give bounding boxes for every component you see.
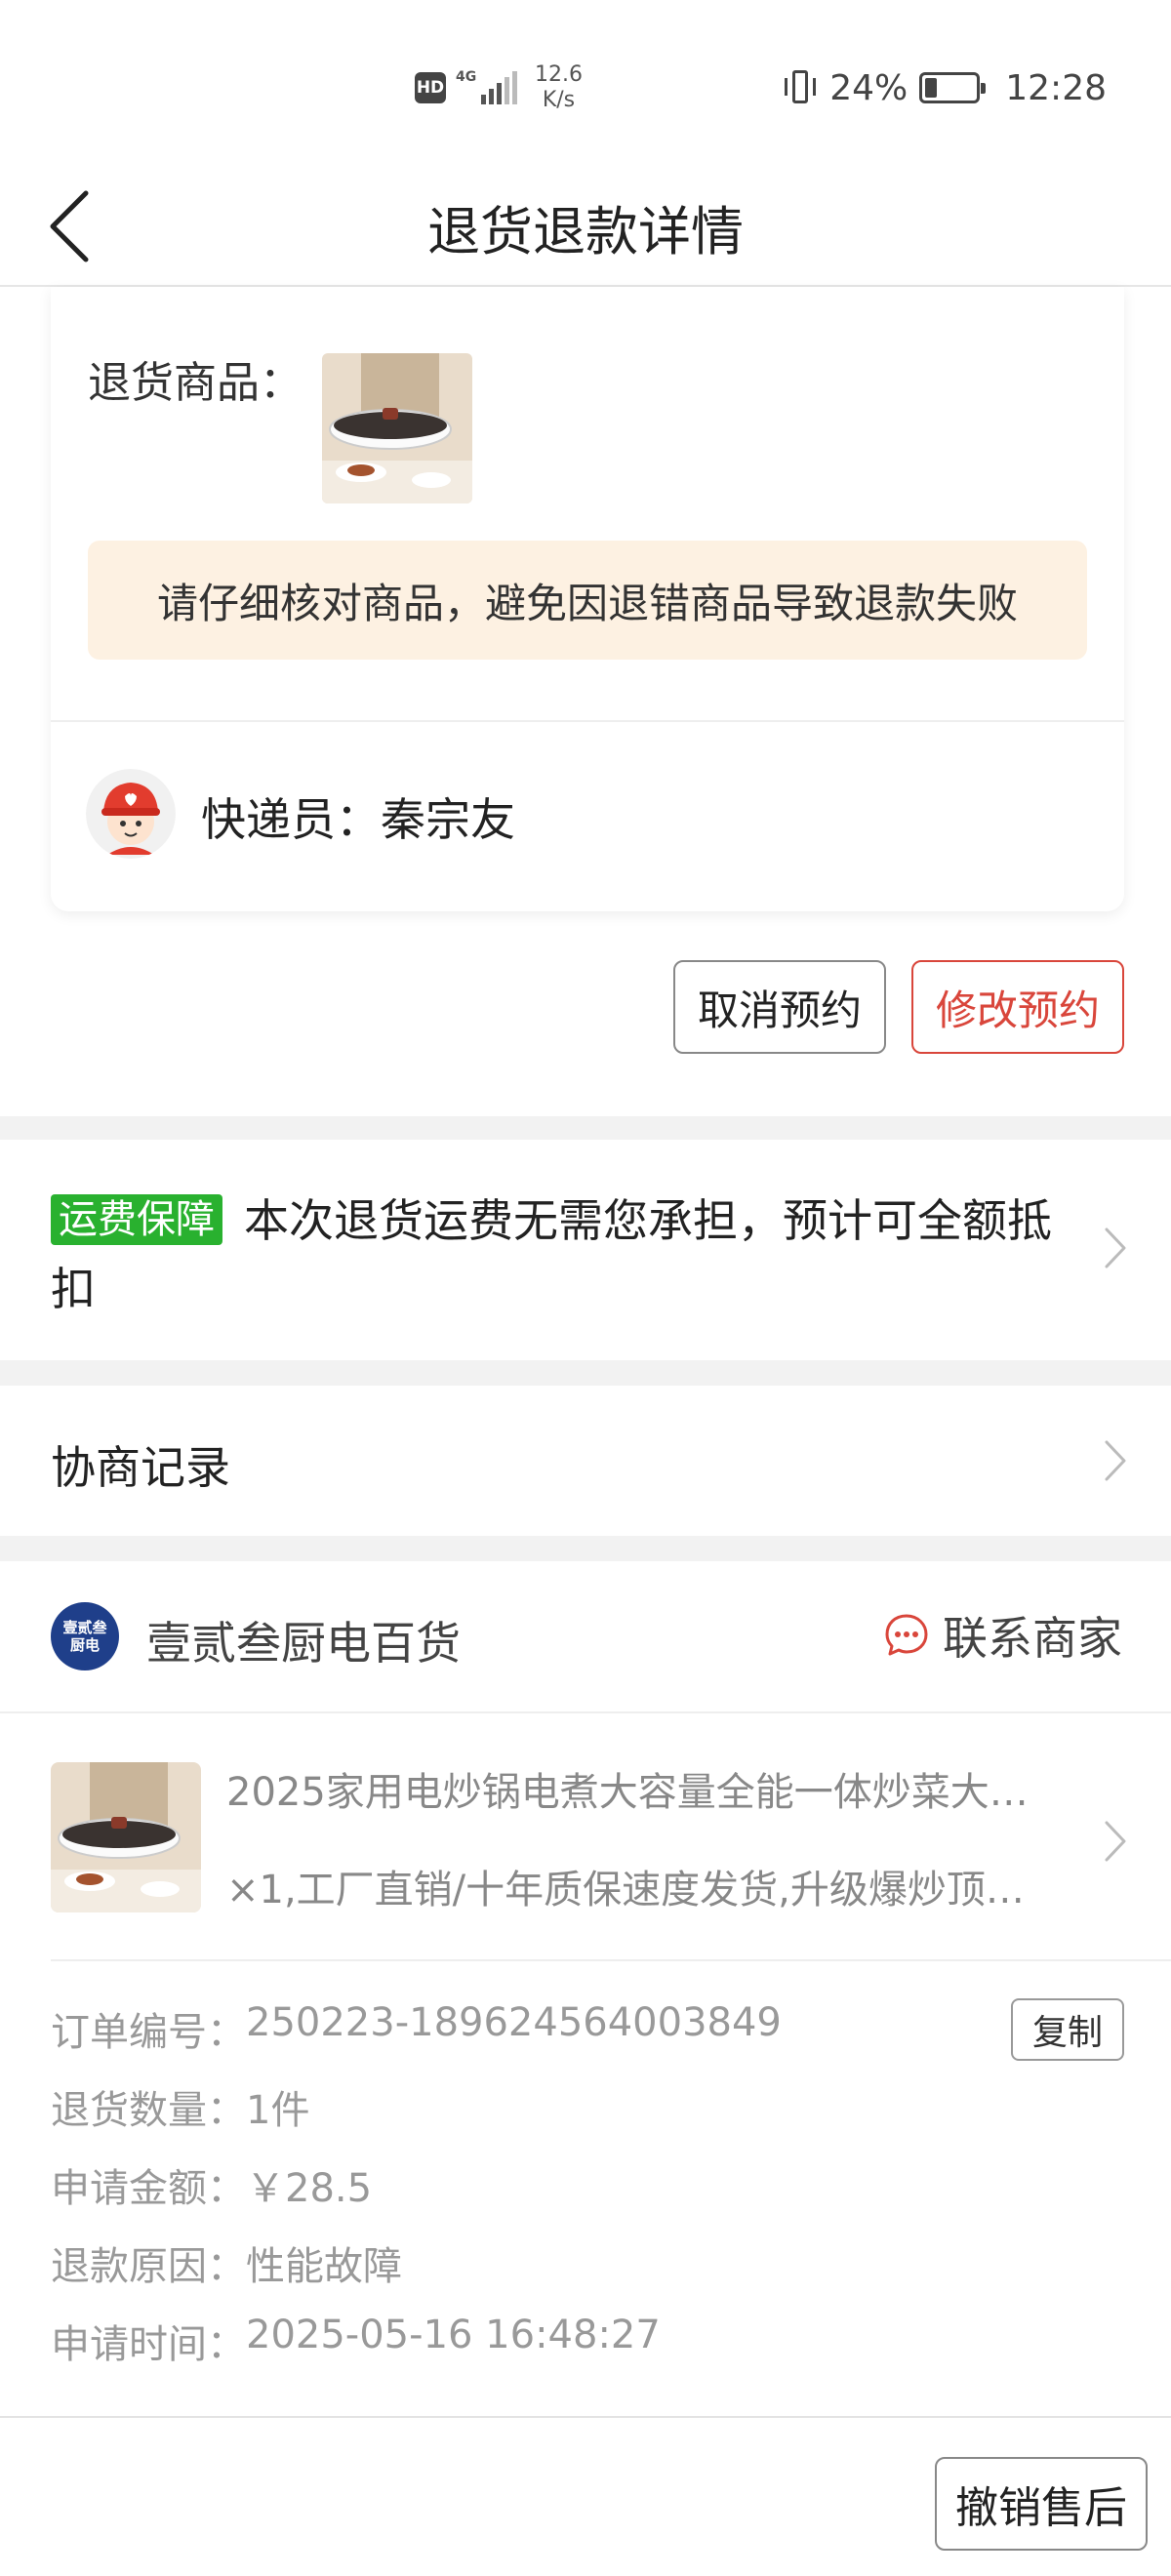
amount-value: ￥28.5 xyxy=(246,2166,373,2211)
shipping-guarantee-row[interactable]: 运费保障 本次退货运费无需您承担，预计可全额抵扣 xyxy=(0,1140,1171,1360)
order-item-subtitle: ×1,工厂直销/十年质保速度发货,升级爆炒顶… xyxy=(226,1868,1025,1912)
store-logo[interactable]: 壹贰叁厨电 xyxy=(51,1602,119,1670)
bottom-action-bar: 撤销售后 xyxy=(0,2416,1171,2576)
network-type: 4G xyxy=(456,69,477,85)
courier-name: 快递员：秦宗友 xyxy=(201,793,515,846)
divider xyxy=(0,1711,1171,1713)
nav-bar: 退货退款详情 xyxy=(0,166,1171,287)
info-label: 退款原因： xyxy=(51,2244,246,2289)
status-right: 24% 12:28 xyxy=(783,60,1107,115)
info-label: 申请时间： xyxy=(51,2322,246,2367)
return-product-image[interactable] xyxy=(322,353,472,503)
return-quantity-row: 退货数量： 1件 xyxy=(51,2078,309,2135)
return-quantity-value: 1件 xyxy=(246,2088,310,2133)
refund-reason-value: 性能故障 xyxy=(246,2244,402,2289)
apply-time-row: 申请时间： 2025-05-16 16:48:27 xyxy=(51,2313,661,2369)
revoke-after-sale-button[interactable]: 撤销售后 xyxy=(935,2457,1148,2551)
copy-button[interactable]: 复制 xyxy=(1011,1998,1124,2061)
order-item-image[interactable] xyxy=(51,1762,201,1912)
page-title: 退货退款详情 xyxy=(427,200,744,262)
order-number-value: 250223-189624564003849 xyxy=(246,2000,782,2045)
speed-unit: K/s xyxy=(542,88,576,112)
shipping-tag: 运费保障 xyxy=(51,1194,222,1245)
hd-icon: HD xyxy=(415,72,446,103)
return-card: 退货商品： 请仔细核对商品，避免因退错商品导致退款失败 快递员：秦宗友 xyxy=(51,287,1124,911)
info-label: 申请金额： xyxy=(51,2166,246,2211)
info-label: 退货数量： xyxy=(51,2088,246,2133)
network-speed: 12.6 K/s xyxy=(535,62,583,113)
store-logo-text: 壹贰叁厨电 xyxy=(62,1619,107,1654)
speed-value: 12.6 xyxy=(535,62,583,87)
clock: 12:28 xyxy=(1005,67,1107,108)
order-number-row: 订单编号： 250223-189624564003849 xyxy=(51,2000,782,2057)
cancel-appointment-button[interactable]: 取消预约 xyxy=(673,960,886,1054)
negotiation-record-row[interactable]: 协商记录 xyxy=(0,1386,1171,1536)
contact-merchant-label: 联系商家 xyxy=(943,1612,1122,1665)
warning-banner: 请仔细核对商品，避免因退错商品导致退款失败 xyxy=(88,541,1087,660)
courier-avatar xyxy=(86,769,176,859)
divider xyxy=(51,720,1124,722)
status-bar: HD 4G 12.6 K/s 24% 12:28 xyxy=(0,0,1171,166)
amount-row: 申请金额： ￥28.5 xyxy=(51,2156,372,2213)
divider xyxy=(51,1959,1171,1961)
chevron-right-icon xyxy=(1105,1440,1126,1481)
chevron-right-icon[interactable] xyxy=(1101,1817,1130,1866)
chevron-left-icon xyxy=(50,190,89,262)
contact-merchant-button[interactable]: 联系商家 xyxy=(884,1606,1122,1665)
return-goods-label: 退货商品： xyxy=(88,358,303,408)
info-label: 订单编号： xyxy=(51,2010,246,2055)
chat-bubble-icon xyxy=(885,1614,928,1656)
order-item-title[interactable]: 2025家用电炒锅电煮大容量全能一体炒菜大… xyxy=(226,1760,1056,1817)
back-button[interactable] xyxy=(39,166,98,287)
status-center: HD 4G 12.6 K/s xyxy=(415,60,583,115)
battery-percent: 24% xyxy=(829,67,909,108)
return-section: 退货商品： 请仔细核对商品，避免因退错商品导致退款失败 快递员：秦宗友 取消预约… xyxy=(0,287,1171,1116)
store-name[interactable]: 壹贰叁厨电百货 xyxy=(146,1608,461,1672)
vibrate-icon xyxy=(783,68,818,107)
chevron-right-icon xyxy=(1105,1228,1126,1268)
order-section: 壹贰叁厨电 壹贰叁厨电百货 联系商家 2025家用电炒锅电煮大容量全能一体炒菜大… xyxy=(0,1561,1171,2416)
modify-appointment-button[interactable]: 修改预约 xyxy=(911,960,1124,1054)
negotiation-label: 协商记录 xyxy=(51,1441,230,1494)
refund-reason-row: 退款原因： 性能故障 xyxy=(51,2234,402,2291)
signal-icon: 4G xyxy=(456,69,517,104)
battery-icon xyxy=(919,72,987,103)
apply-time-value: 2025-05-16 16:48:27 xyxy=(246,2313,661,2357)
battery-fill xyxy=(925,78,938,98)
shipping-text-wrap: 运费保障 本次退货运费无需您承担，预计可全额抵扣 xyxy=(51,1187,1056,1323)
